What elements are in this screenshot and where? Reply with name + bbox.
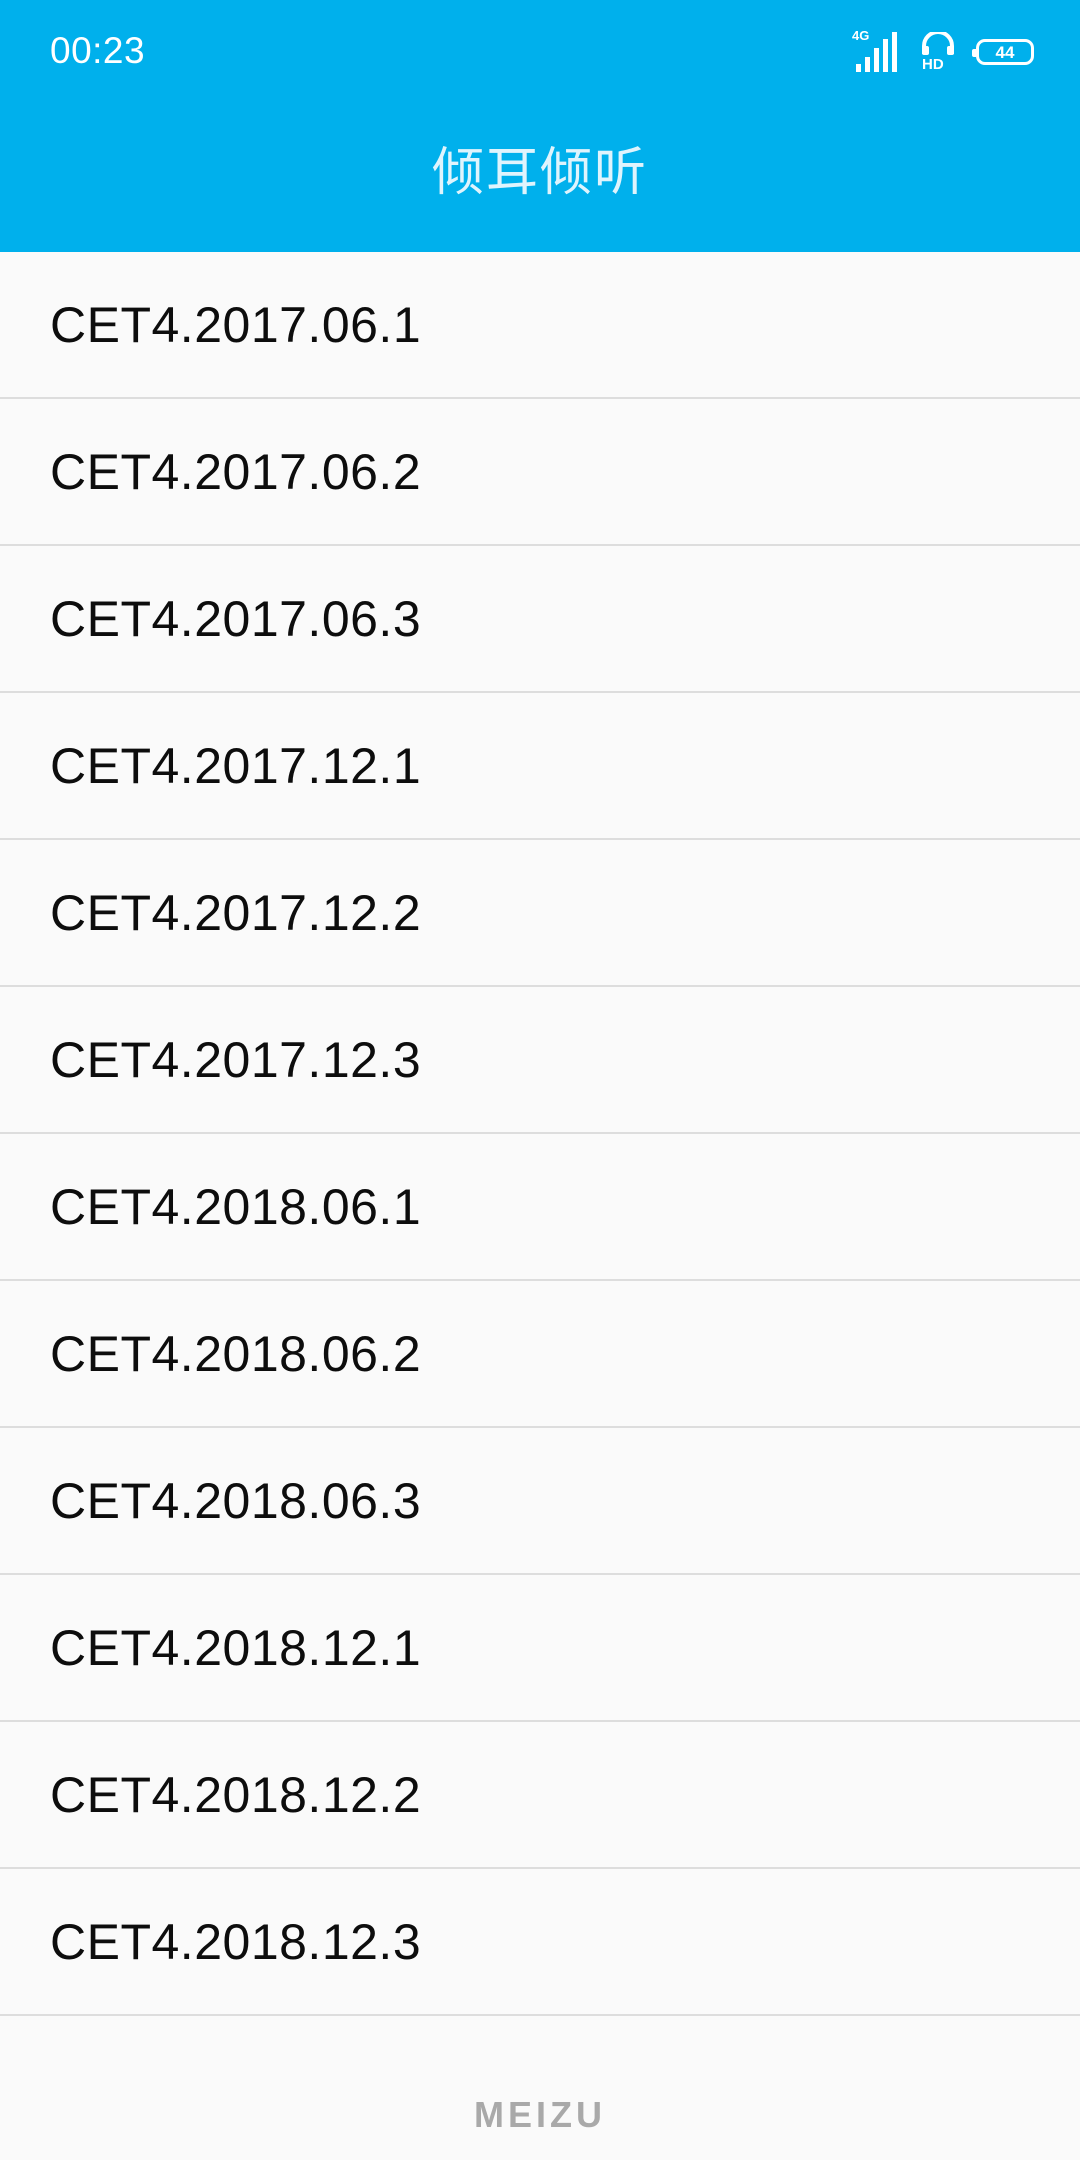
list-item[interactable]: CET4.2018.06.2 <box>0 1281 1080 1428</box>
list-item-label: CET4.2017.12.2 <box>50 884 422 941</box>
list-item-label: CET4.2018.06.1 <box>50 1178 422 1235</box>
list-item[interactable]: CET4.2017.12.1 <box>0 693 1080 840</box>
app-screen: 00:23 4G HD 44 倾耳倾听 CET4.2017.06.1 CET4.… <box>0 0 1080 2160</box>
list-item[interactable]: CET4.2018.06.3 <box>0 1428 1080 1575</box>
signal-icon: 4G <box>852 28 898 74</box>
list-item-label: CET4.2018.12.1 <box>50 1619 422 1676</box>
list-item-label: CET4.2017.12.3 <box>50 1031 422 1088</box>
network-type-label: 4G <box>852 28 870 43</box>
list-item-label: CET4.2018.06.2 <box>50 1325 422 1382</box>
list-item-label: CET4.2018.12.3 <box>50 1913 422 1970</box>
list-item-label: CET4.2017.06.2 <box>50 443 422 500</box>
list-item[interactable]: CET4.2018.06.1 <box>0 1134 1080 1281</box>
list-item[interactable]: CET4.2017.12.2 <box>0 840 1080 987</box>
list-item[interactable]: CET4.2017.06.3 <box>0 546 1080 693</box>
top-bar: 00:23 4G HD 44 倾耳倾听 <box>0 0 1080 252</box>
list-item-label: CET4.2017.12.1 <box>50 737 422 794</box>
list-item[interactable]: CET4.2017.06.2 <box>0 399 1080 546</box>
hd-label: HD <box>922 56 944 73</box>
list-item[interactable]: CET4.2017.12.3 <box>0 987 1080 1134</box>
page-title: 倾耳倾听 <box>431 143 648 203</box>
brand-logo: MEIZU <box>474 2094 606 2135</box>
list-item[interactable]: CET4.2018.12.1 <box>0 1575 1080 1722</box>
status-icons: 4G HD 44 <box>852 28 1034 74</box>
paper-list: CET4.2017.06.1 CET4.2017.06.2 CET4.2017.… <box>0 252 1080 2016</box>
battery-level: 44 <box>995 42 1015 62</box>
list-item[interactable]: CET4.2017.06.1 <box>0 252 1080 399</box>
list-item-label: CET4.2018.12.2 <box>50 1766 422 1823</box>
status-time: 00:23 <box>50 30 146 71</box>
list-item-label: CET4.2018.06.3 <box>50 1472 422 1529</box>
battery-nub <box>972 49 976 57</box>
headset-icon: HD <box>920 30 956 74</box>
list-item-label: CET4.2017.06.1 <box>50 296 422 353</box>
list-item[interactable]: CET4.2018.12.3 <box>0 1869 1080 2016</box>
battery-icon: 44 <box>972 39 1034 65</box>
status-bar: 00:23 4G HD 44 <box>0 0 1080 108</box>
list-item-label: CET4.2017.06.3 <box>50 590 422 647</box>
list-item[interactable]: CET4.2018.12.2 <box>0 1722 1080 1869</box>
